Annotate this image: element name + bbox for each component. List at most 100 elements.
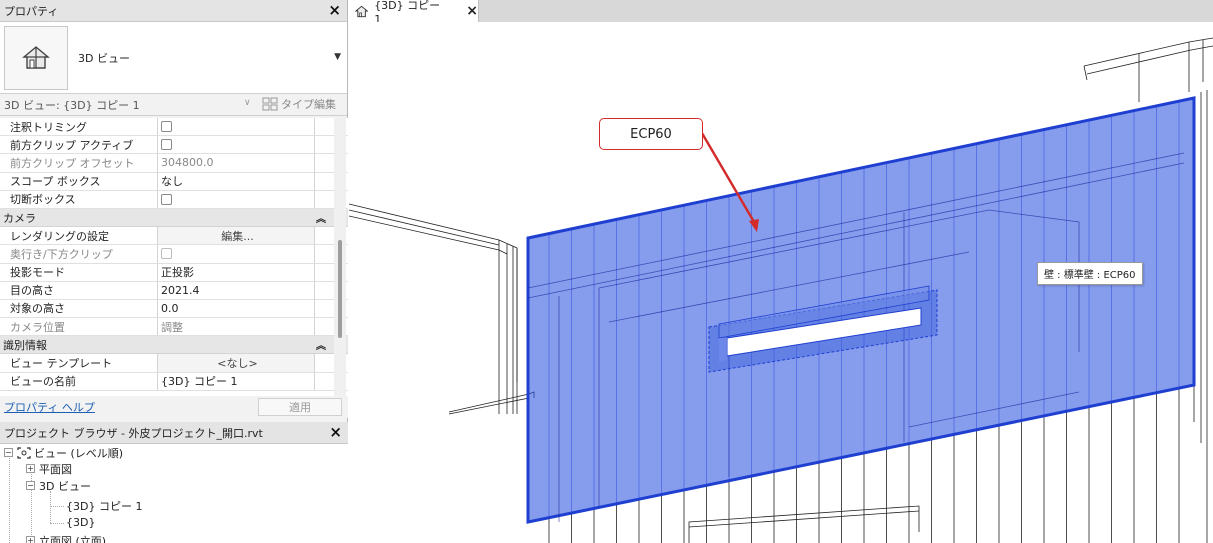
property-label: ビューの名前 (0, 372, 158, 390)
property-gutter (314, 154, 326, 172)
properties-title: プロパティ (4, 4, 59, 18)
property-label: 対象の高さ (0, 299, 158, 318)
tree-label: 3D ビュー (39, 479, 91, 493)
property-row: スコープ ボックス なし (0, 172, 348, 191)
property-label: カメラ位置 (0, 318, 158, 336)
tree-label: {3D} コピー 1 (66, 499, 143, 513)
checkbox[interactable] (161, 193, 172, 205)
collapse-icon[interactable]: ︽ (316, 337, 326, 352)
close-icon[interactable]: × (466, 3, 478, 19)
view-tab-bar: {3D} コピー 1 × (349, 0, 1213, 26)
type-edit-label: タイプ編集 (281, 98, 336, 111)
property-gutter (314, 245, 326, 263)
type-name: 3D ビュー (78, 51, 130, 65)
property-value[interactable]: なし (158, 173, 314, 190)
properties-footer: プロパティ ヘルプ 適用 (0, 396, 348, 418)
property-row: ビュー テンプレート <なし> (0, 354, 348, 373)
property-row: 前方クリップ オフセット 304800.0 (0, 154, 348, 173)
close-icon[interactable]: × (328, 2, 341, 18)
property-edit-button[interactable]: <なし> (158, 354, 314, 372)
property-edit-button[interactable]: 編集... (158, 227, 314, 245)
property-value[interactable]: 304800.0 (158, 154, 314, 171)
checkbox[interactable] (161, 139, 172, 151)
property-checkbox[interactable] (158, 245, 314, 262)
checkbox[interactable] (161, 248, 172, 260)
property-value[interactable]: 調整 (158, 318, 314, 335)
properties-scrollbar[interactable] (334, 118, 346, 396)
property-row: 奥行き/下方クリップ (0, 245, 348, 264)
scrollbar-thumb[interactable] (338, 240, 342, 338)
property-row: 切断ボックス (0, 190, 348, 209)
property-row: 対象の高さ 0.0 (0, 299, 348, 319)
tree-collapse-icon[interactable]: − (4, 448, 13, 457)
apply-button[interactable]: 適用 (258, 398, 342, 416)
property-row: カメラ位置 調整 (0, 318, 348, 337)
group-identity-label: 識別情報 (3, 338, 47, 352)
property-label: 目の高さ (0, 281, 158, 299)
property-row: 目の高さ 2021.4 (0, 281, 348, 300)
group-camera[interactable]: カメラ ︽ (0, 208, 348, 228)
property-checkbox[interactable] (158, 118, 314, 135)
property-label: 注釈トリミング (0, 118, 158, 136)
group-identity[interactable]: 識別情報 ︽ (0, 336, 348, 355)
3d-viewport[interactable]: ECP60 壁 : 標準壁 : ECP60 (349, 22, 1213, 543)
view-bracket-icon (17, 446, 31, 459)
property-label: 投影モード (0, 263, 158, 281)
tree-collapse-icon[interactable]: − (26, 481, 35, 490)
project-browser-tree: − ビュー (レベル順) + 平面図 − 3D ビュー {3D} コピー 1 {… (0, 444, 348, 543)
tree-expand-icon[interactable]: + (26, 464, 35, 473)
property-label: ビュー テンプレート (0, 354, 158, 372)
property-gutter (314, 118, 326, 136)
properties-help-link[interactable]: プロパティ ヘルプ (4, 399, 95, 415)
property-label: 前方クリップ アクティブ (0, 136, 158, 154)
property-value[interactable]: 2021.4 (158, 282, 314, 299)
collapse-icon[interactable]: ︽ (316, 210, 326, 225)
property-gutter (314, 299, 326, 318)
tree-node-3d-default[interactable]: {3D} (66, 514, 95, 531)
property-gutter (314, 318, 326, 336)
instance-selector-label: 3D ビュー: {3D} コピー 1 (4, 98, 140, 112)
property-checkbox[interactable] (158, 136, 314, 153)
callout-label: ECP60 (599, 118, 703, 150)
selected-wall-ecp60[interactable] (526, 96, 1196, 524)
checkbox[interactable] (161, 121, 172, 133)
property-gutter (314, 172, 326, 190)
tree-node-3d-copy1[interactable]: {3D} コピー 1 (66, 497, 142, 514)
property-label: 奥行き/下方クリップ (0, 245, 158, 263)
properties-grid: 注釈トリミング 前方クリップ アクティブ 前方クリップ オフセット 304800.0 ス… (0, 118, 348, 396)
property-value[interactable]: 正投影 (158, 264, 314, 281)
left-dock: プロパティ × 3D ビュー ▼ 3D ビュー: {3D} コピー 1 ∨ タイ… (0, 0, 348, 543)
tab-3d-copy1[interactable]: {3D} コピー 1 × (349, 0, 479, 26)
tree-node-3d-views[interactable]: − 3D ビュー (26, 477, 91, 494)
property-gutter (314, 354, 326, 372)
tree-label: ビュー (レベル順) (34, 446, 124, 460)
tree-node-views[interactable]: − ビュー (レベル順) (4, 444, 123, 461)
property-gutter (314, 190, 326, 208)
tree-expand-icon[interactable]: + (26, 536, 35, 543)
property-checkbox[interactable] (158, 191, 314, 208)
property-gutter (314, 372, 326, 390)
tree-node-elevation[interactable]: + 立面図 (立面) (26, 532, 106, 543)
property-label: スコープ ボックス (0, 172, 158, 190)
project-browser-title: プロジェクト ブラウザ - 外皮プロジェクト_開口.rvt (4, 426, 263, 440)
close-icon[interactable]: × (329, 424, 342, 440)
tree-node-plan[interactable]: + 平面図 (26, 460, 72, 477)
type-edit-button[interactable]: タイプ編集 (262, 96, 336, 112)
tree-label: {3D} (66, 516, 96, 529)
property-row: レンダリングの設定 編集... (0, 227, 348, 246)
property-row: ビューの名前 {3D} コピー 1 (0, 372, 348, 391)
property-row: 投影モード 正投影 (0, 263, 348, 282)
tree-label: 立面図 (立面) (39, 534, 107, 543)
type-selector[interactable]: 3D ビュー ▼ (0, 22, 347, 94)
instance-filter[interactable]: 3D ビュー: {3D} コピー 1 ∨ タイプ編集 (0, 94, 347, 116)
property-label: 切断ボックス (0, 190, 158, 208)
house-3d-view-icon (4, 25, 68, 90)
dropdown-arrow-icon[interactable]: ▼ (334, 52, 341, 62)
property-gutter (314, 281, 326, 299)
chevron-down-icon[interactable]: ∨ (244, 98, 251, 108)
property-gutter (314, 227, 326, 245)
properties-header: プロパティ × (0, 0, 347, 22)
property-label: レンダリングの設定 (0, 227, 158, 245)
property-value[interactable]: 0.0 (158, 300, 314, 317)
property-value[interactable]: {3D} コピー 1 (158, 373, 314, 390)
